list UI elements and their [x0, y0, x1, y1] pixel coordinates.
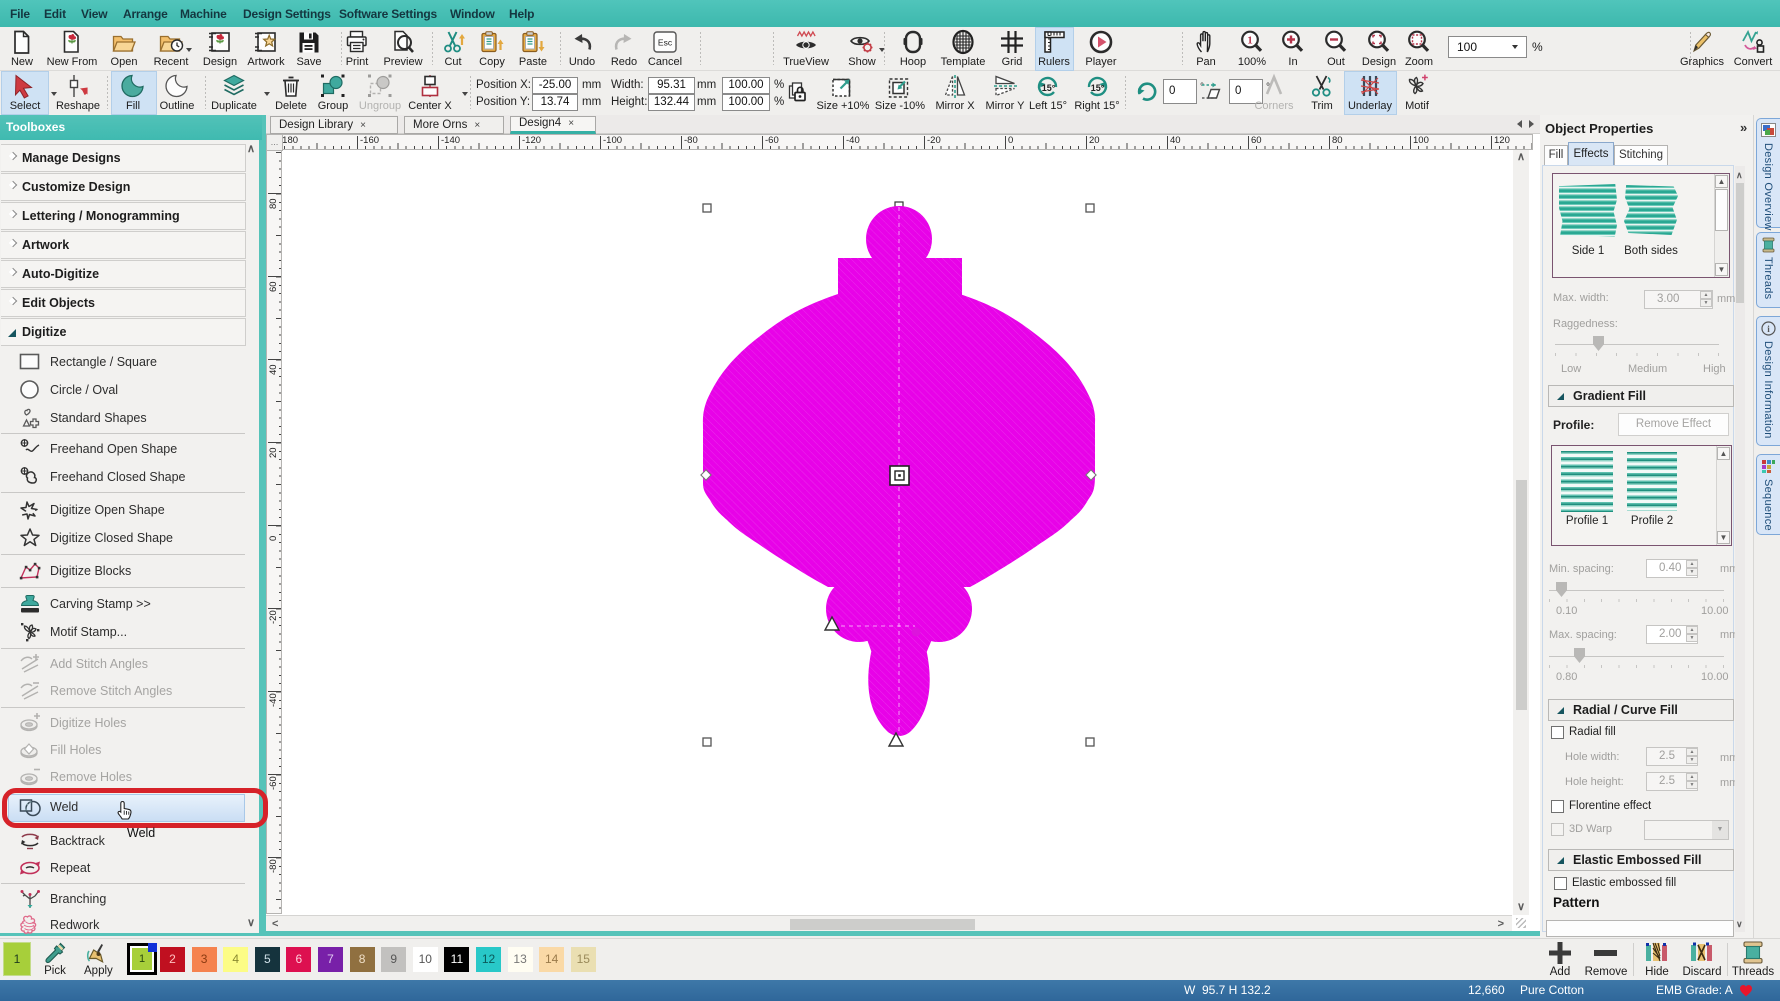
svg-text:Esc: Esc — [658, 38, 673, 48]
svg-text:15°: 15° — [1090, 83, 1104, 93]
svg-text:i: i — [1767, 324, 1770, 334]
svg-text:15°: 15° — [1041, 83, 1055, 93]
svg-text:1: 1 — [1247, 35, 1253, 47]
